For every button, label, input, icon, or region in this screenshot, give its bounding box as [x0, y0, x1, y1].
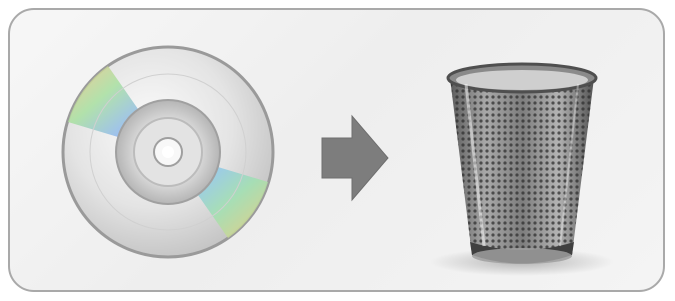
trash-can-icon [430, 62, 614, 276]
eject-to-trash-panel [8, 8, 665, 292]
optical-disc-icon [61, 45, 275, 259]
illustration [61, 45, 614, 276]
right-arrow-icon [321, 114, 389, 202]
